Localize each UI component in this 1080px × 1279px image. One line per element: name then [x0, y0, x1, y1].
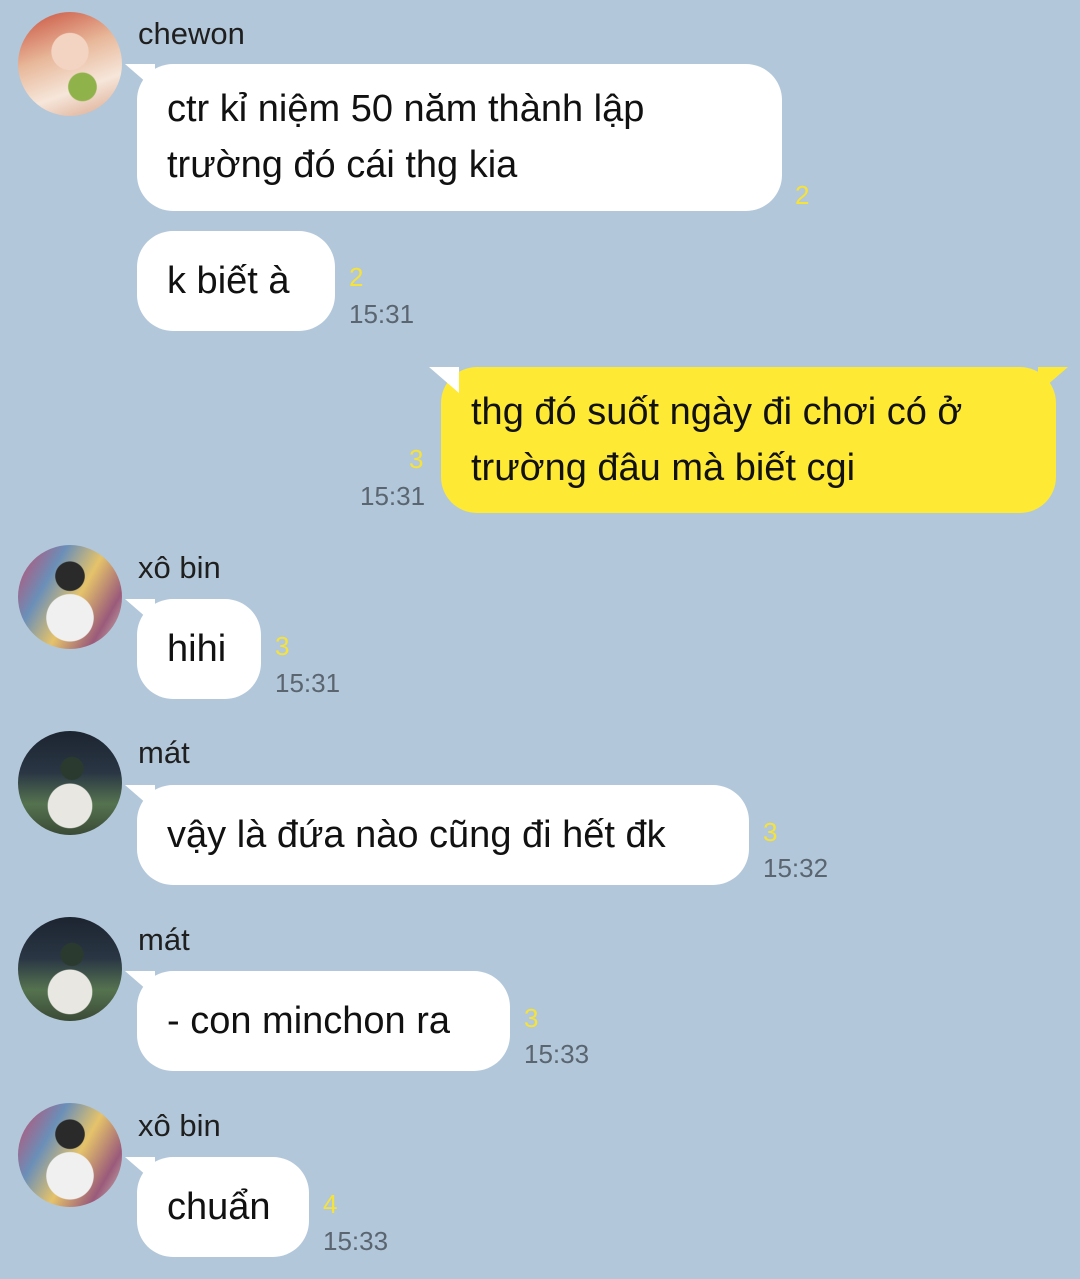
message-bubble[interactable]: ctr kỉ niệm 50 năm thành lập trường đó c… [137, 64, 782, 211]
message-line: chuẩn [167, 1186, 271, 1228]
message-bubble[interactable]: chuẩn [137, 1157, 309, 1257]
unread-count: 4 [323, 1189, 338, 1219]
unread-count: 2 [795, 180, 810, 210]
message-line: trường đó cái thg kia [167, 144, 518, 186]
message-line: - con minchon ra [167, 1000, 451, 1042]
message-line: trường đâu mà biết cgi [471, 447, 856, 489]
unread-count: 2 [349, 262, 364, 292]
message-bubble[interactable]: vậy là đứa nào cũng đi hết đk [137, 785, 749, 885]
sender-name: xô bin [138, 1108, 221, 1143]
message-bubble[interactable]: k biết à [137, 231, 335, 331]
avatar-xo-bin[interactable] [18, 545, 122, 649]
message-line: hihi [167, 628, 227, 670]
message-time: 15:32 [763, 853, 829, 883]
unread-count: 3 [275, 631, 290, 661]
unread-count: 3 [524, 1003, 539, 1033]
avatar-xo-bin[interactable] [18, 1103, 122, 1207]
avatar-mat[interactable] [18, 917, 122, 1021]
message-bubble[interactable]: hihi [137, 599, 261, 699]
message-line: thg đó suốt ngày đi chơi có ở [471, 391, 963, 433]
message-bubble[interactable]: - con minchon ra [137, 971, 510, 1071]
message-time: 15:31 [275, 668, 341, 698]
sender-name: mát [138, 735, 190, 770]
message-line: k biết à [167, 260, 290, 302]
message-line: vậy là đứa nào cũng đi hết đk [167, 814, 666, 856]
message-line: ctr kỉ niệm 50 năm thành lập [167, 88, 645, 130]
message-bubble-mine[interactable]: thg đó suốt ngày đi chơi có ở trường đâu… [441, 367, 1056, 513]
unread-count: 3 [409, 444, 424, 474]
sender-name: xô bin [138, 550, 221, 585]
sender-name: mát [138, 922, 190, 957]
message-time: 15:31 [349, 299, 415, 329]
message-time: 15:33 [323, 1226, 389, 1256]
sender-name: chewon [138, 16, 245, 51]
avatar-chewon[interactable] [18, 12, 122, 116]
avatar-mat[interactable] [18, 731, 122, 835]
message-time: 15:31 [360, 481, 426, 511]
unread-count: 3 [763, 817, 778, 847]
message-time: 15:33 [524, 1039, 590, 1069]
